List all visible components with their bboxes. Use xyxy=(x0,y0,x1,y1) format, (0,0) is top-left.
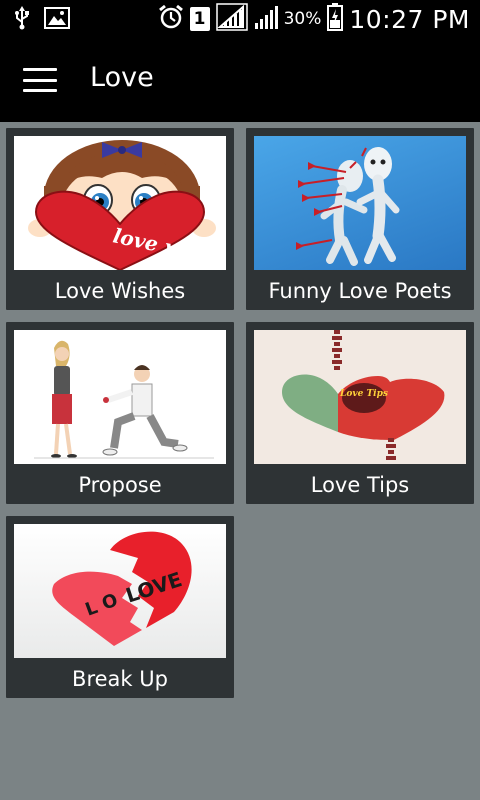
page-title: Love xyxy=(90,62,154,93)
tile-label: Funny Love Poets xyxy=(268,279,452,303)
usb-icon xyxy=(14,6,30,34)
image-notification-icon xyxy=(44,7,70,33)
app-bar: Love xyxy=(0,38,480,122)
funny-love-poets-image xyxy=(254,136,466,270)
break-up-image: LOVE L O xyxy=(14,524,226,658)
tile-propose[interactable]: Propose xyxy=(6,322,234,504)
status-bar: 1 30% 10:27 PM xyxy=(0,0,480,38)
alarm-icon xyxy=(158,4,184,34)
battery-icon xyxy=(327,3,344,35)
status-bar-left xyxy=(14,6,70,34)
tile-label: Break Up xyxy=(72,667,168,691)
tile-break-up[interactable]: LOVE L O Break Up xyxy=(6,516,234,698)
tile-label: Love Tips xyxy=(310,473,410,497)
tile-label: Love Wishes xyxy=(54,279,186,303)
propose-image xyxy=(14,330,226,464)
battery-percent: 30% xyxy=(283,9,322,29)
status-bar-right: 1 30% 10:27 PM xyxy=(158,3,470,35)
love-tips-tag-text: Love Tips xyxy=(339,389,388,399)
signal-strength-2-icon xyxy=(254,4,278,34)
hamburger-menu-icon[interactable] xyxy=(20,63,60,97)
clock: 10:27 PM xyxy=(349,4,470,34)
love-tips-image: Love Tips xyxy=(254,330,466,464)
love-wishes-image: love you xyxy=(14,136,226,270)
sim-slot-indicator: 1 xyxy=(189,7,210,31)
tile-label: Propose xyxy=(78,473,162,497)
tile-funny-love-poets[interactable]: Funny Love Poets xyxy=(246,128,474,310)
tile-love-wishes[interactable]: love you Love Wishes xyxy=(6,128,234,310)
signal-strength-icon xyxy=(215,3,248,35)
tile-love-tips[interactable]: Love Tips Love Tips xyxy=(246,322,474,504)
